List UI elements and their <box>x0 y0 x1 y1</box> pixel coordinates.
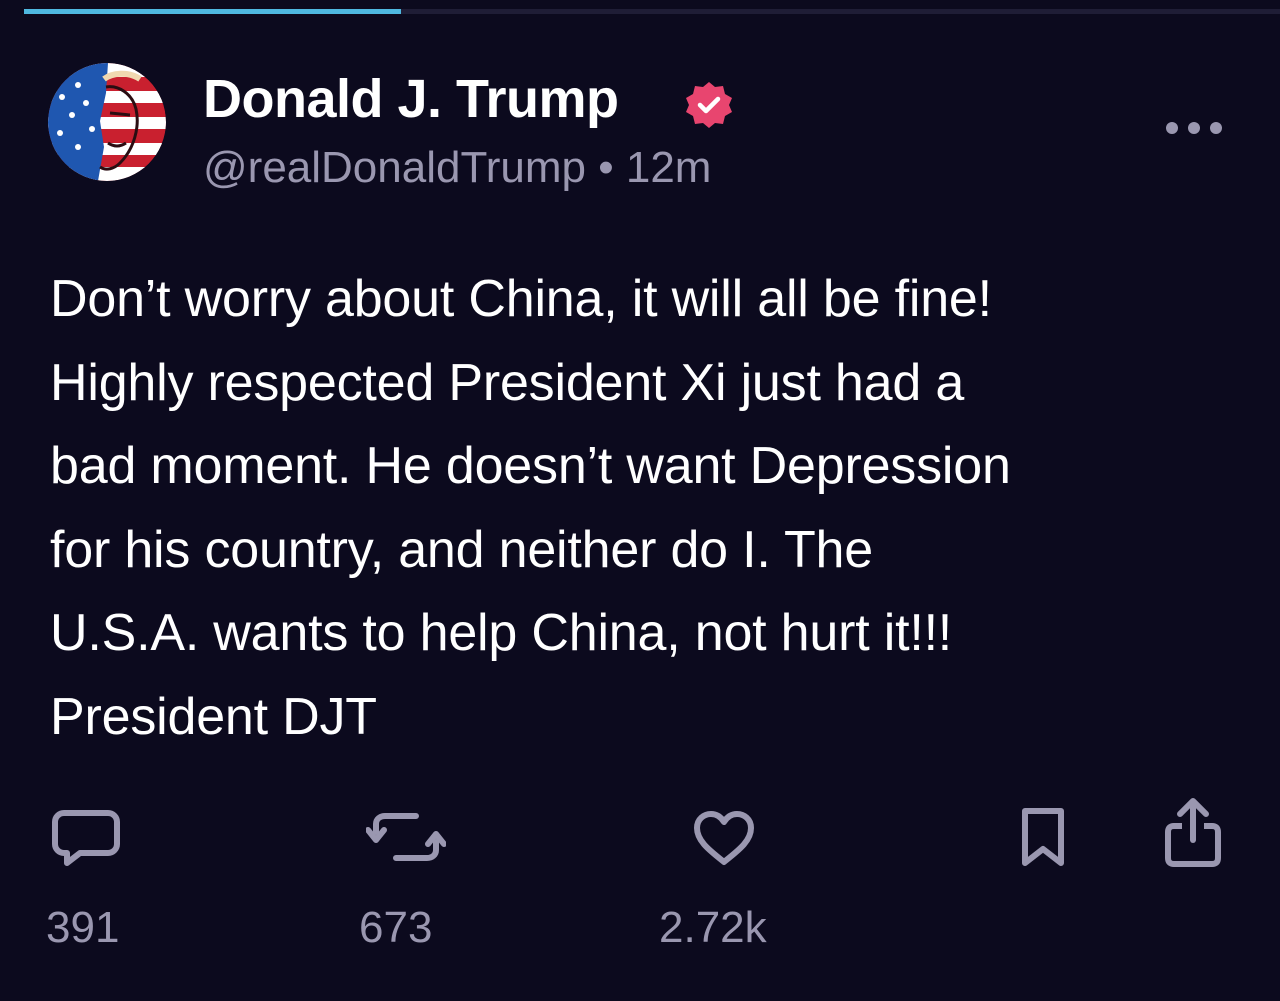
repost-count: 673 <box>359 903 433 952</box>
reply-button[interactable] <box>50 808 122 868</box>
speech-bubble-icon <box>52 810 120 866</box>
post-time[interactable]: 12m <box>626 143 712 192</box>
author-handle[interactable]: @realDonaldTrump <box>203 143 586 192</box>
share-button[interactable] <box>1162 796 1224 868</box>
verified-badge-icon <box>683 79 735 131</box>
post-screen: Donald J. Trump @realDonaldTrump • 12m D… <box>0 0 1280 1001</box>
like-button[interactable] <box>692 810 756 866</box>
avatar[interactable] <box>48 63 166 181</box>
bookmark-button[interactable] <box>1018 804 1068 870</box>
more-options-button[interactable] <box>1160 112 1228 144</box>
author-name[interactable]: Donald J. Trump <box>203 68 619 130</box>
heart-icon <box>694 811 754 865</box>
like-count: 2.72k <box>659 903 767 952</box>
post-text: Don’t worry about China, it will all be … <box>50 270 1011 746</box>
progress-fill <box>24 9 401 14</box>
reply-count: 391 <box>46 903 120 952</box>
share-icon <box>1165 798 1221 867</box>
progress-bar <box>24 9 1280 14</box>
repost-arrows-icon <box>366 813 446 861</box>
handle-line: @realDonaldTrump • 12m <box>203 143 711 193</box>
bookmark-icon <box>1022 808 1064 866</box>
repost-button[interactable] <box>366 810 446 864</box>
ellipsis-icon <box>1166 122 1222 134</box>
separator-dot: • <box>598 143 614 192</box>
